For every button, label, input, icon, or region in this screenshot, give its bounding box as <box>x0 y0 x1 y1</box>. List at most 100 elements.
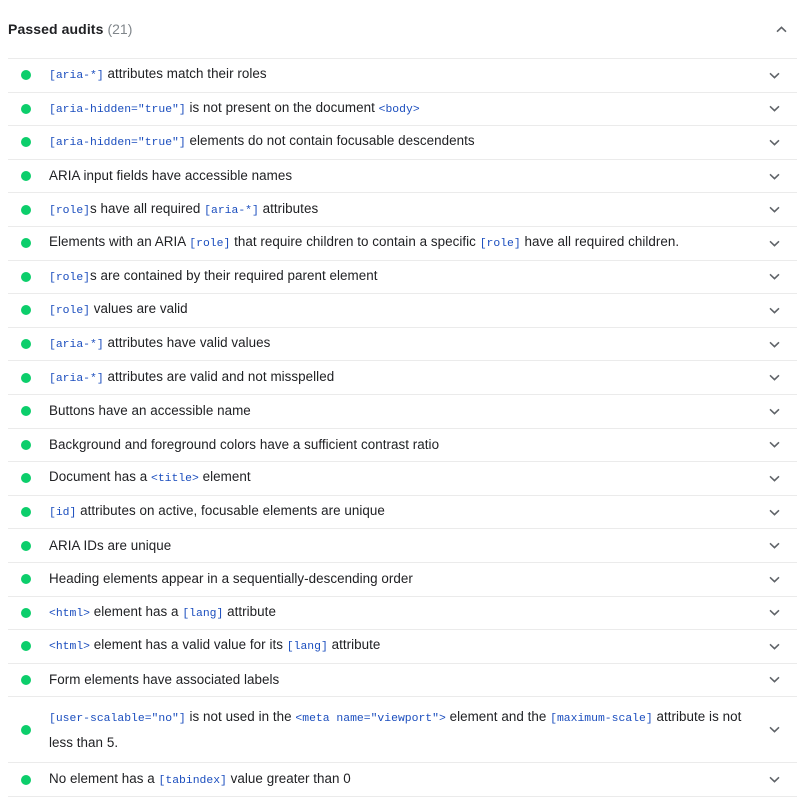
chevron-down-icon[interactable] <box>765 637 783 655</box>
chevron-down-icon[interactable] <box>765 721 783 739</box>
table-row[interactable]: Heading elements appear in a sequentiall… <box>8 563 797 596</box>
audit-title: ARIA IDs are unique <box>49 534 763 558</box>
table-row[interactable]: Buttons have an accessible name <box>8 395 797 428</box>
audit-title: ARIA input fields have accessible names <box>49 164 763 188</box>
code-token: [role] <box>189 238 230 250</box>
audit-title: [aria-*] attributes are valid and not mi… <box>49 365 763 391</box>
chevron-down-icon[interactable] <box>765 671 783 689</box>
pass-status-icon <box>21 238 31 248</box>
table-row[interactable]: [role]s have all required [aria-*] attri… <box>8 193 797 226</box>
chevron-down-icon[interactable] <box>765 66 783 84</box>
audit-title: [aria-hidden="true"] is not present on t… <box>49 96 763 122</box>
table-row[interactable]: [role]s are contained by their required … <box>8 261 797 294</box>
table-row[interactable]: [aria-hidden="true"] is not present on t… <box>8 93 797 126</box>
chevron-down-icon[interactable] <box>765 100 783 118</box>
code-token: [role] <box>49 205 90 217</box>
pass-status-icon <box>21 608 31 618</box>
chevron-down-icon[interactable] <box>765 604 783 622</box>
chevron-down-icon[interactable] <box>765 234 783 252</box>
code-token: <body> <box>379 104 420 116</box>
pass-status-icon <box>21 205 31 215</box>
pass-status-icon <box>21 725 31 735</box>
table-row[interactable]: Elements with an ARIA [role] that requir… <box>8 227 797 260</box>
code-token: [user-scalable="no"] <box>49 713 186 725</box>
code-token: [aria-*] <box>204 205 259 217</box>
audit-title: [user-scalable="no"] is not used in the … <box>49 705 763 755</box>
audit-title: Heading elements appear in a sequentiall… <box>49 567 763 591</box>
table-row[interactable]: ARIA input fields have accessible names <box>8 160 797 193</box>
table-row[interactable]: Background and foreground colors have a … <box>8 429 797 462</box>
passed-audits-panel: Passed audits (21) [aria-*] attributes m… <box>0 0 805 797</box>
pass-status-icon <box>21 373 31 383</box>
table-row[interactable]: [id] attributes on active, focusable ele… <box>8 496 797 529</box>
chevron-down-icon[interactable] <box>765 167 783 185</box>
chevron-down-icon[interactable] <box>765 537 783 555</box>
code-token: [aria-*] <box>49 339 104 351</box>
chevron-down-icon[interactable] <box>765 268 783 286</box>
audit-title: [aria-*] attributes match their roles <box>49 62 763 88</box>
pass-status-icon <box>21 137 31 147</box>
code-token: [maximum-scale] <box>550 713 653 725</box>
chevron-down-icon[interactable] <box>765 436 783 454</box>
pass-status-icon <box>21 507 31 517</box>
table-row[interactable]: [aria-hidden="true"] elements do not con… <box>8 126 797 159</box>
audit-title: [role]s have all required [aria-*] attri… <box>49 197 763 223</box>
page-title: Passed audits <box>8 22 103 36</box>
chevron-down-icon[interactable] <box>765 201 783 219</box>
pass-status-icon <box>21 339 31 349</box>
passed-audits-count: (21) <box>107 22 132 36</box>
pass-status-icon <box>21 641 31 651</box>
table-row[interactable]: [user-scalable="no"] is not used in the … <box>8 697 797 762</box>
table-row[interactable]: [aria-*] attributes match their roles <box>8 59 797 92</box>
audit-title: [role]s are contained by their required … <box>49 264 763 290</box>
code-token: <html> <box>49 641 90 653</box>
row-divider <box>8 796 797 797</box>
code-token: <html> <box>49 608 90 620</box>
audit-title: <html> element has a valid value for its… <box>49 633 763 659</box>
audit-title: No element has a [tabindex] value greate… <box>49 767 763 793</box>
chevron-down-icon[interactable] <box>765 369 783 387</box>
chevron-up-icon[interactable] <box>771 19 791 39</box>
table-row[interactable]: [aria-*] attributes are valid and not mi… <box>8 361 797 394</box>
pass-status-icon <box>21 104 31 114</box>
pass-status-icon <box>21 272 31 282</box>
code-token: [role] <box>480 238 521 250</box>
chevron-down-icon[interactable] <box>765 570 783 588</box>
chevron-down-icon[interactable] <box>765 402 783 420</box>
audit-title: [aria-hidden="true"] elements do not con… <box>49 129 763 155</box>
table-row[interactable]: Form elements have associated labels <box>8 664 797 697</box>
table-row[interactable]: <html> element has a [lang] attribute <box>8 597 797 630</box>
code-token: [lang] <box>287 641 328 653</box>
table-row[interactable]: Document has a <title> element <box>8 462 797 495</box>
pass-status-icon <box>21 406 31 416</box>
audit-title: Document has a <title> element <box>49 465 763 491</box>
chevron-down-icon[interactable] <box>765 133 783 151</box>
audit-title: Form elements have associated labels <box>49 668 763 692</box>
table-row[interactable]: [role] values are valid <box>8 294 797 327</box>
audit-title: <html> element has a [lang] attribute <box>49 600 763 626</box>
code-token: [id] <box>49 507 76 519</box>
table-row[interactable]: [aria-*] attributes have valid values <box>8 328 797 361</box>
chevron-down-icon[interactable] <box>765 503 783 521</box>
passed-audits-header[interactable]: Passed audits (21) <box>0 0 805 58</box>
table-row[interactable]: ARIA IDs are unique <box>8 529 797 562</box>
table-row[interactable]: <html> element has a valid value for its… <box>8 630 797 663</box>
chevron-down-icon[interactable] <box>765 469 783 487</box>
table-row[interactable]: No element has a [tabindex] value greate… <box>8 763 797 796</box>
chevron-down-icon[interactable] <box>765 335 783 353</box>
audit-title: [id] attributes on active, focusable ele… <box>49 499 763 525</box>
code-token: <title> <box>151 473 199 485</box>
chevron-down-icon[interactable] <box>765 771 783 789</box>
audit-title: Elements with an ARIA [role] that requir… <box>49 230 763 256</box>
code-token: [aria-*] <box>49 70 104 82</box>
pass-status-icon <box>21 775 31 785</box>
pass-status-icon <box>21 574 31 584</box>
audit-title: [role] values are valid <box>49 297 763 323</box>
code-token: <meta name="viewport"> <box>295 713 445 725</box>
pass-status-icon <box>21 305 31 315</box>
code-token: [tabindex] <box>159 775 227 787</box>
code-token: [aria-hidden="true"] <box>49 104 186 116</box>
pass-status-icon <box>21 171 31 181</box>
chevron-down-icon[interactable] <box>765 301 783 319</box>
code-token: [role] <box>49 272 90 284</box>
